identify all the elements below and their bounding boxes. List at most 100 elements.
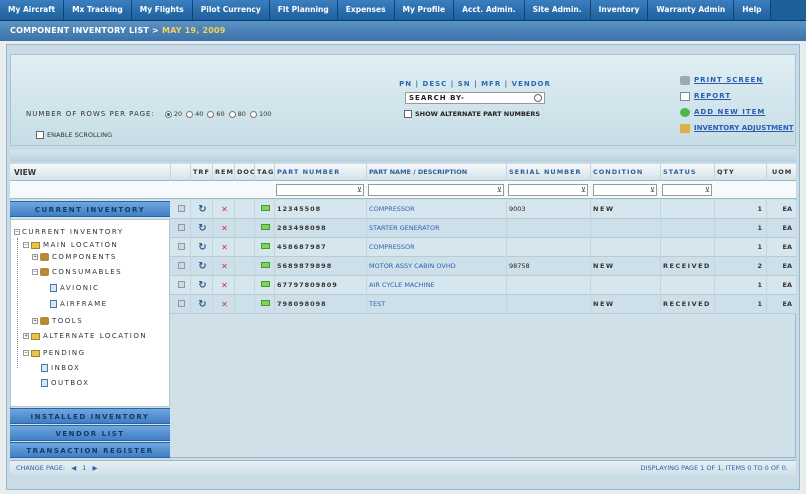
tree-node-current-inventory[interactable]: − CURRENT INVENTORY [14, 228, 124, 236]
filter-icon[interactable]: ⊻ [650, 186, 655, 194]
vendor-list-button[interactable]: VENDOR LIST [10, 425, 170, 441]
search-icon[interactable] [534, 94, 542, 102]
tag-icon[interactable] [261, 281, 270, 287]
show-alternate-checkbox[interactable] [404, 110, 412, 118]
nav-my-flights[interactable]: My Flights [131, 0, 193, 20]
add-new-item-link[interactable]: ADD NEW ITEM [680, 104, 793, 120]
tree-node-tools[interactable]: + TOOLS [32, 317, 83, 325]
tree-node-airframe[interactable]: AIRFRAME [50, 300, 108, 308]
part-name-link[interactable]: COMPRESSOR [366, 200, 506, 219]
transfer-icon[interactable]: ↻ [198, 276, 206, 295]
nav-warranty-admin[interactable]: Warranty Admin [648, 0, 735, 20]
table-row[interactable]: ↻ ✕ 458687987 COMPRESSOR 1 EA [170, 238, 796, 257]
col-part-number[interactable]: PART NUMBER [274, 164, 366, 181]
transfer-icon[interactable]: ↻ [198, 200, 206, 219]
tag-icon[interactable] [261, 224, 270, 230]
search-input[interactable]: SEARCH BY- [405, 92, 545, 104]
rows-radio-100[interactable] [249, 110, 257, 118]
details-icon[interactable] [177, 242, 185, 250]
rows-radio-80[interactable] [228, 110, 236, 118]
tree-node-alternate-location[interactable]: + ALTERNATE LOCATION [23, 332, 147, 340]
tree-node-consumables[interactable]: − CONSUMABLES [32, 268, 122, 276]
part-name-link[interactable]: AIR CYCLE MACHINE [366, 276, 506, 295]
tree-node-components[interactable]: + COMPONENTS [32, 253, 117, 261]
filter-icon[interactable]: ⊻ [497, 186, 502, 194]
expand-icon[interactable]: + [32, 318, 38, 324]
nav-inventory[interactable]: Inventory [590, 0, 649, 20]
details-icon[interactable] [177, 261, 185, 269]
col-condition[interactable]: CONDITION [590, 164, 660, 181]
details-icon[interactable] [177, 280, 185, 288]
page-number[interactable]: 1 [82, 464, 86, 472]
nav-my-profile[interactable]: My Profile [394, 0, 455, 20]
part-name-link[interactable]: COMPRESSOR [366, 238, 506, 257]
rows-radio-40[interactable] [186, 110, 194, 118]
collapse-icon[interactable]: − [23, 242, 29, 248]
tree-node-inbox[interactable]: INBOX [41, 364, 80, 372]
part-name-link[interactable]: STARTER GENERATOR [366, 219, 506, 238]
col-serial-number[interactable]: SERIAL NUMBER [506, 164, 590, 181]
remove-icon[interactable]: ✕ [221, 276, 228, 295]
remove-icon[interactable]: ✕ [221, 238, 228, 257]
part-name-filter[interactable]: ⊻ [368, 184, 504, 196]
remove-icon[interactable]: ✕ [221, 200, 228, 219]
nav-expenses[interactable]: Expenses [337, 0, 395, 20]
print-screen-link[interactable]: PRINT SCREEN [680, 72, 793, 88]
rows-radio-20[interactable] [164, 110, 172, 118]
transfer-icon[interactable]: ↻ [198, 219, 206, 238]
nav-pilot-currency[interactable]: Pilot Currency [192, 0, 270, 20]
nav-flt-planning[interactable]: Flt Planning [269, 0, 338, 20]
table-row[interactable]: ↻ ✕ 12345508 COMPRESSOR 9003 NEW 1 EA [170, 200, 796, 219]
details-icon[interactable] [177, 299, 185, 307]
inventory-adjustment-link[interactable]: INVENTORY ADJUSTMENT [680, 120, 793, 136]
tag-icon[interactable] [261, 300, 270, 306]
tag-icon[interactable] [261, 262, 270, 268]
transfer-icon[interactable]: ↻ [198, 257, 206, 276]
part-name-link[interactable]: MOTOR ASSY CABIN OVHD [366, 257, 506, 276]
nav-mx-tracking[interactable]: Mx Tracking [64, 0, 132, 20]
table-row[interactable]: ↻ ✕ 283498098 STARTER GENERATOR 1 EA [170, 219, 796, 238]
status-filter[interactable]: ⊻ [662, 184, 712, 196]
remove-icon[interactable]: ✕ [221, 219, 228, 238]
expand-icon[interactable]: + [23, 333, 29, 339]
search-field-links[interactable]: PN | DESC | SN | MFR | VENDOR [390, 80, 560, 88]
serial-number-filter[interactable]: ⊻ [508, 184, 588, 196]
table-row[interactable]: ↻ ✕ 798098098 TEST NEW RECEIVED 1 EA [170, 295, 796, 314]
table-row[interactable]: ↻ ✕ 5689879898 MOTOR ASSY CABIN OVHD 987… [170, 257, 796, 276]
nav-help[interactable]: Help [734, 0, 771, 20]
nav-acct-admin[interactable]: Acct. Admin. [454, 0, 525, 20]
enable-scrolling-checkbox[interactable] [36, 131, 44, 139]
tree-node-main-location[interactable]: − MAIN LOCATION [23, 241, 118, 249]
col-part-name[interactable]: PART NAME / DESCRIPTION [366, 164, 506, 181]
next-page-button[interactable]: ▶ [93, 464, 98, 472]
report-link[interactable]: REPORT [680, 88, 793, 104]
tag-icon[interactable] [261, 243, 270, 249]
filter-icon[interactable]: ⊻ [581, 186, 586, 194]
rows-radio-60[interactable] [207, 110, 215, 118]
transfer-icon[interactable]: ↻ [198, 295, 206, 314]
nav-site-admin[interactable]: Site Admin. [524, 0, 591, 20]
tree-node-pending[interactable]: − PENDING [23, 349, 86, 357]
table-row[interactable]: ↻ ✕ 67797809809 AIR CYCLE MACHINE 1 EA [170, 276, 796, 295]
details-icon[interactable] [177, 223, 185, 231]
filter-icon[interactable]: ⊻ [357, 186, 362, 194]
part-name-link[interactable]: TEST [366, 295, 506, 314]
tree-node-outbox[interactable]: OUTBOX [41, 379, 89, 387]
tag-icon[interactable] [261, 205, 270, 211]
transfer-icon[interactable]: ↻ [198, 238, 206, 257]
current-inventory-button[interactable]: CURRENT INVENTORY [10, 201, 170, 217]
prev-page-button[interactable]: ◀ [71, 464, 76, 472]
condition-filter[interactable]: ⊻ [593, 184, 657, 196]
installed-inventory-button[interactable]: INSTALLED INVENTORY [10, 408, 170, 424]
remove-icon[interactable]: ✕ [221, 257, 228, 276]
collapse-icon[interactable]: − [23, 350, 29, 356]
tree-node-avionic[interactable]: AVIONIC [50, 284, 99, 292]
remove-icon[interactable]: ✕ [221, 295, 228, 314]
part-number-filter[interactable]: ⊻ [276, 184, 364, 196]
collapse-icon[interactable]: − [14, 229, 20, 235]
transaction-register-button[interactable]: TRANSACTION REGISTER [10, 442, 170, 458]
filter-icon[interactable]: ⊻ [705, 186, 710, 194]
nav-my-aircraft[interactable]: My Aircraft [0, 0, 65, 20]
details-icon[interactable] [177, 204, 185, 212]
collapse-icon[interactable]: − [32, 269, 38, 275]
